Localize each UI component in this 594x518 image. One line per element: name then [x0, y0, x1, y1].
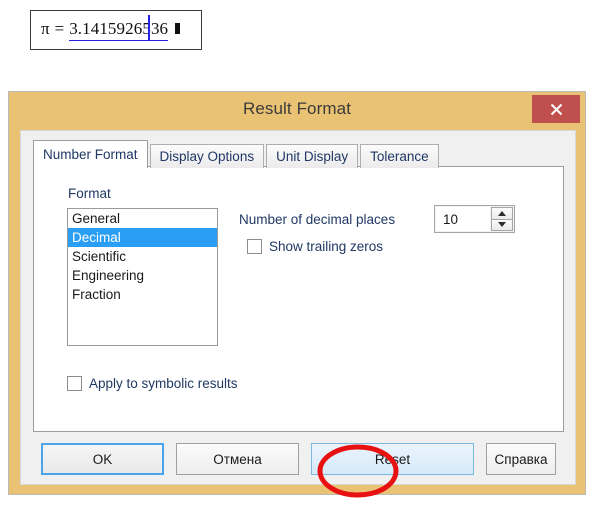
tab-number-format[interactable]: Number Format: [33, 140, 148, 168]
decimal-places-label: Number of decimal places: [239, 212, 396, 227]
close-icon: [550, 103, 562, 115]
chevron-up-icon: [498, 210, 506, 216]
tab-unit-display[interactable]: Unit Display: [266, 144, 359, 168]
tab-strip: Number Format Display Options Unit Displ…: [33, 140, 441, 168]
tab-display-options[interactable]: Display Options: [149, 144, 265, 168]
cursor-block-icon: [175, 23, 181, 34]
dialog-button-row: OK Отмена Reset Справка: [33, 443, 564, 475]
result-text-after-caret: 536: [142, 19, 169, 38]
dialog-title: Result Format: [242, 99, 352, 118]
number-format-tab-panel: Format General Decimal Scientific Engine…: [33, 166, 564, 432]
result-format-dialog: Result Format Number Format Display Opti…: [8, 91, 586, 495]
pi-symbol: π: [41, 19, 50, 38]
list-item[interactable]: Scientific: [68, 247, 217, 266]
show-trailing-zeros-label: Show trailing zeros: [269, 239, 384, 254]
list-item[interactable]: Fraction: [68, 285, 217, 304]
show-trailing-zeros-checkbox[interactable]: Show trailing zeros: [247, 239, 383, 254]
dialog-title-bar[interactable]: Result Format: [9, 92, 585, 130]
chevron-down-icon: [498, 222, 506, 228]
tab-tolerance[interactable]: Tolerance: [360, 144, 439, 168]
stepper-down-button[interactable]: [491, 219, 513, 231]
result-text-before-caret: 3.1415926: [69, 19, 143, 38]
help-button[interactable]: Справка: [486, 443, 556, 475]
text-caret: [148, 15, 150, 40]
format-listbox[interactable]: General Decimal Scientific Engineering F…: [67, 208, 218, 346]
reset-button[interactable]: Reset: [311, 443, 474, 475]
decimal-places-input[interactable]: 10: [436, 207, 490, 231]
ok-button[interactable]: OK: [41, 443, 164, 475]
decimal-places-stepper[interactable]: 10: [434, 205, 515, 233]
math-result-value[interactable]: 3.1415926536: [69, 15, 169, 41]
list-item[interactable]: Decimal: [68, 228, 217, 247]
cancel-button[interactable]: Отмена: [176, 443, 299, 475]
apply-to-symbolic-results-label: Apply to symbolic results: [89, 376, 238, 391]
stepper-up-button[interactable]: [491, 207, 513, 220]
math-expression-content: π = 3.1415926536: [41, 15, 181, 41]
checkbox-icon: [247, 239, 262, 254]
checkbox-icon: [67, 376, 82, 391]
list-item[interactable]: Engineering: [68, 266, 217, 285]
stepper-arrows: [491, 207, 513, 231]
apply-to-symbolic-results-checkbox[interactable]: Apply to symbolic results: [67, 376, 238, 391]
format-group-label: Format: [68, 186, 111, 201]
dialog-client-area: Number Format Display Options Unit Displ…: [20, 130, 576, 485]
math-expression-box[interactable]: π = 3.1415926536: [30, 10, 202, 50]
list-item[interactable]: General: [68, 209, 217, 228]
equals-sign: =: [54, 19, 65, 38]
close-button[interactable]: [532, 95, 580, 123]
